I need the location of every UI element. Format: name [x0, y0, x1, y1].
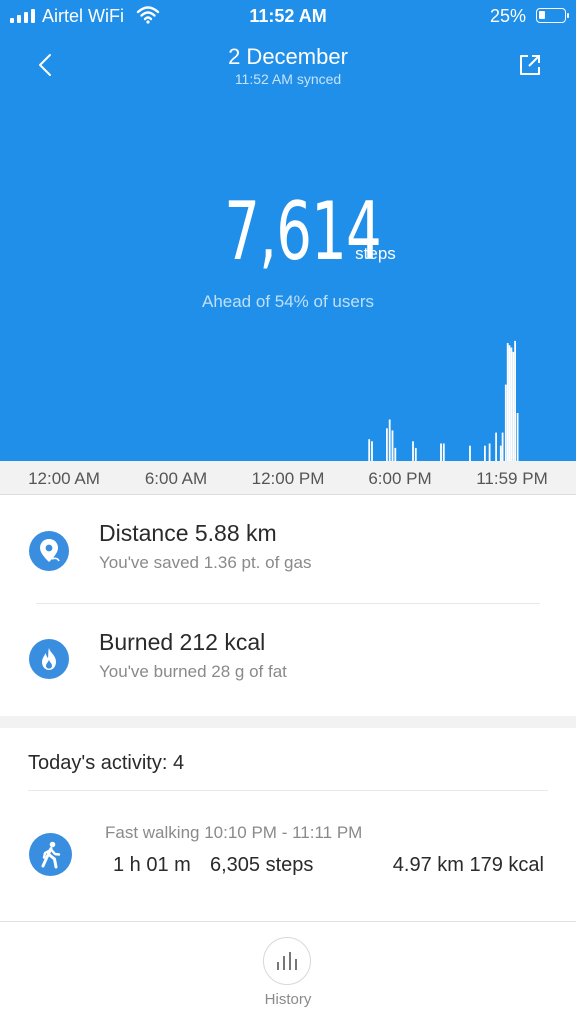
sync-status: 11:52 AM synced	[234, 71, 342, 87]
x-tick-label: 11:59 PM	[476, 469, 548, 488]
chart-bar	[516, 413, 519, 461]
chart-bar	[469, 445, 471, 461]
chart-bar	[488, 443, 491, 461]
bar-chart-icon	[277, 952, 297, 970]
chart-bar	[499, 445, 502, 461]
share-icon	[520, 55, 540, 75]
status-bar: Airtel WiFi 11:52 AM 25%	[0, 0, 576, 34]
chart-bar	[495, 432, 497, 461]
chart-bar	[440, 443, 442, 461]
tab-bar: History	[0, 921, 576, 1025]
activity-duration: 1 h 01 m	[113, 854, 191, 876]
activity-title: Fast walking 10:10 PM - 11:11 PM	[105, 823, 363, 842]
chart-bar	[512, 351, 515, 461]
activity-item[interactable]: Fast walking 10:10 PM - 11:11 PM 1 h 01 …	[0, 792, 576, 920]
chart-bar	[394, 447, 397, 461]
x-tick-label: 12:00 AM	[28, 469, 100, 488]
chart-x-axis: 12:00 AM 6:00 AM 12:00 PM 6:00 PM 11:59 PM	[0, 461, 576, 495]
history-label[interactable]: History	[0, 991, 576, 1008]
page-title: 2 December	[228, 44, 348, 69]
walking-icon	[29, 833, 72, 876]
battery-percentage: 25%	[489, 6, 526, 26]
chart-bar	[414, 447, 417, 461]
burned-subtext: You've burned 28 g of fat	[99, 662, 287, 681]
history-button[interactable]	[263, 937, 311, 985]
divider	[28, 790, 548, 791]
chart-bar	[508, 345, 511, 461]
burned-card[interactable]: Burned 212 kcal You've burned 28 g of fa…	[0, 604, 576, 716]
section-gap	[0, 716, 576, 728]
share-button[interactable]	[515, 50, 545, 80]
distance-subtext: You've saved 1.36 pt. of gas	[99, 553, 312, 572]
distance-value: Distance 5.88 km	[99, 520, 277, 546]
battery-icon	[536, 8, 569, 23]
chart-bar	[371, 441, 373, 461]
chart-bar	[501, 432, 504, 461]
steps-count: 7,614	[224, 185, 382, 278]
chart-bar	[504, 384, 507, 461]
x-tick-label: 6:00 PM	[368, 469, 432, 488]
chart-bar	[386, 428, 388, 461]
x-tick-label: 6:00 AM	[144, 469, 208, 488]
chart-bar	[412, 441, 414, 461]
chart-bar	[388, 419, 391, 461]
activity-steps: 6,305 steps	[210, 854, 314, 876]
chart-bar	[506, 343, 509, 461]
distance-card[interactable]: Distance 5.88 km You've saved 1.36 pt. o…	[0, 505, 576, 603]
x-tick-label: 12:00 PM	[251, 469, 325, 488]
steps-bar-chart	[368, 340, 519, 461]
burned-value: Burned 212 kcal	[99, 629, 266, 655]
chart-bar	[391, 430, 394, 461]
chart-bar	[442, 443, 445, 461]
activity-header: Today's activity: 4	[28, 752, 185, 774]
chart-bar	[510, 347, 513, 461]
location-pin-icon	[29, 531, 69, 571]
chart-bar	[484, 445, 486, 461]
rank-text: Ahead of 54% of users	[201, 292, 374, 311]
activity-distance-kcal: 4.97 km 179 kcal	[392, 854, 544, 876]
header: Airtel WiFi 11:52 AM 25% 2 December 11:5…	[0, 0, 576, 461]
chart-bar	[368, 439, 371, 461]
flame-icon	[29, 639, 69, 679]
steps-summary: 7,614steps	[0, 192, 576, 272]
chart-bar	[514, 340, 516, 461]
